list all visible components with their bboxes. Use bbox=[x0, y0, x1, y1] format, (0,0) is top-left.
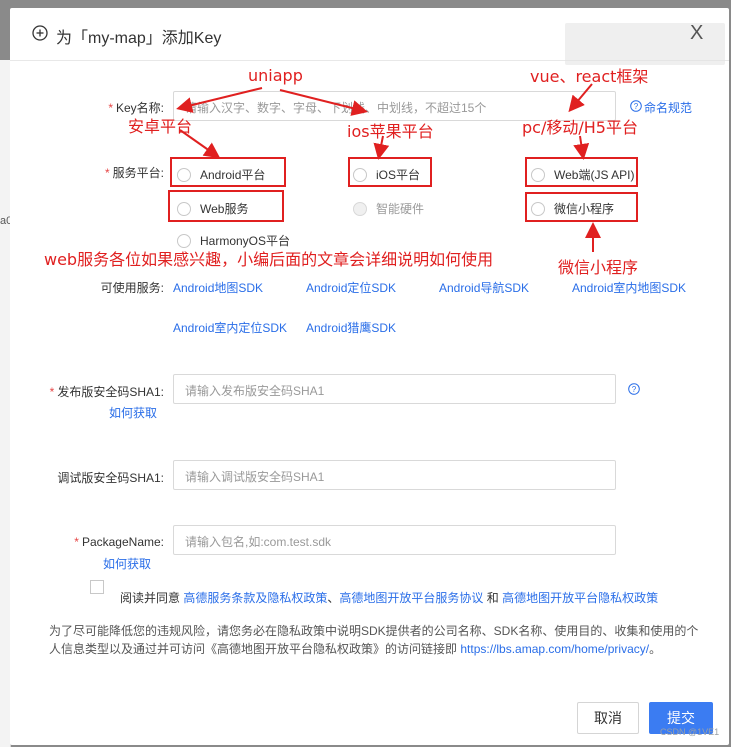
package-how-link[interactable]: 如何获取 bbox=[103, 555, 151, 572]
annotation-wechat-mini: 微信小程序 bbox=[558, 258, 639, 277]
platform-label: * 服务平台: bbox=[104, 166, 164, 180]
annotation-android: 安卓平台 bbox=[128, 117, 193, 136]
add-circle-icon bbox=[32, 25, 48, 41]
sdk-link[interactable]: Android室内定位SDK bbox=[173, 319, 287, 336]
sdk-link[interactable]: Android猎鹰SDK bbox=[306, 319, 396, 336]
dialog-title: 为「my-map」添加Key bbox=[56, 30, 222, 47]
agreement-and: 和 bbox=[486, 591, 499, 605]
annotation-vue-react: vue、react框架 bbox=[530, 67, 649, 86]
cancel-button[interactable]: 取消 bbox=[577, 702, 639, 734]
dialog-header: 为「my-map」添加Key X bbox=[10, 8, 729, 65]
annotation-box-web-service bbox=[168, 190, 284, 222]
annotation-pc-mobile: pc/移动/H5平台 bbox=[522, 118, 638, 137]
radio-smart-hardware: 智能硬件 bbox=[353, 200, 424, 217]
annotation-box-wechat-mini bbox=[525, 192, 638, 222]
release-sha1-label: * 发布版安全码SHA1: bbox=[49, 385, 164, 399]
agreement-separator: 、 bbox=[327, 591, 340, 605]
sdk-label: 可使用服务: bbox=[100, 281, 164, 295]
svg-text:?: ? bbox=[634, 102, 639, 111]
privacy-note-end: 。 bbox=[649, 642, 662, 656]
agreement-row: 阅读并同意 高德服务条款及隐私权政策、高德地图开放平台服务协议 和 高德地图开放… bbox=[120, 589, 658, 606]
agreement-link[interactable]: 高德服务条款及隐私权政策 bbox=[183, 591, 327, 605]
naming-rule-link[interactable]: 命名规范 bbox=[644, 99, 692, 116]
sdk-link[interactable]: Android室内地图SDK bbox=[572, 279, 686, 296]
privacy-url-link[interactable]: https://lbs.amap.com/home/privacy/ bbox=[460, 642, 649, 656]
annotation-box-web-js bbox=[525, 157, 638, 187]
release-sha1-input[interactable]: 请输入发布版安全码SHA1 bbox=[173, 374, 616, 404]
debug-sha1-label: 调试版安全码SHA1: bbox=[57, 471, 164, 485]
agree-checkbox[interactable] bbox=[90, 580, 104, 594]
annotation-ios: ios苹果平台 bbox=[347, 122, 434, 141]
watermark: CSDN @1VE1 bbox=[660, 727, 720, 737]
release-how-link[interactable]: 如何获取 bbox=[109, 404, 157, 421]
package-name-input[interactable]: 请输入包名,如:com.test.sdk bbox=[173, 525, 616, 555]
annotation-web-service-note: web服务各位如果感兴趣，小编后面的文章会详细说明如何使用 bbox=[44, 250, 494, 269]
help-icon[interactable]: ? bbox=[630, 100, 642, 112]
debug-sha1-input[interactable]: 请输入调试版安全码SHA1 bbox=[173, 460, 616, 490]
agreement-prefix: 阅读并同意 bbox=[120, 591, 181, 605]
privacy-note: 为了尽可能降低您的违规风险，请您务必在隐私政策中说明SDK提供者的公司名称、SD… bbox=[49, 622, 699, 658]
svg-text:?: ? bbox=[632, 385, 637, 394]
sdk-link[interactable]: Android定位SDK bbox=[306, 279, 396, 296]
agreement-link[interactable]: 高德地图开放平台隐私权政策 bbox=[502, 591, 658, 605]
annotation-uniapp: uniapp bbox=[248, 66, 303, 85]
close-icon[interactable]: X bbox=[690, 22, 703, 45]
radio-circle bbox=[353, 202, 367, 216]
agreement-link[interactable]: 高德地图开放平台服务协议 bbox=[339, 591, 483, 605]
sdk-link[interactable]: Android导航SDK bbox=[439, 279, 529, 296]
help-icon[interactable]: ? bbox=[628, 383, 640, 395]
annotation-box-android bbox=[170, 157, 286, 187]
sdk-link[interactable]: Android地图SDK bbox=[173, 279, 263, 296]
package-name-label: * PackageName: bbox=[74, 535, 164, 549]
annotation-box-ios bbox=[348, 157, 432, 187]
